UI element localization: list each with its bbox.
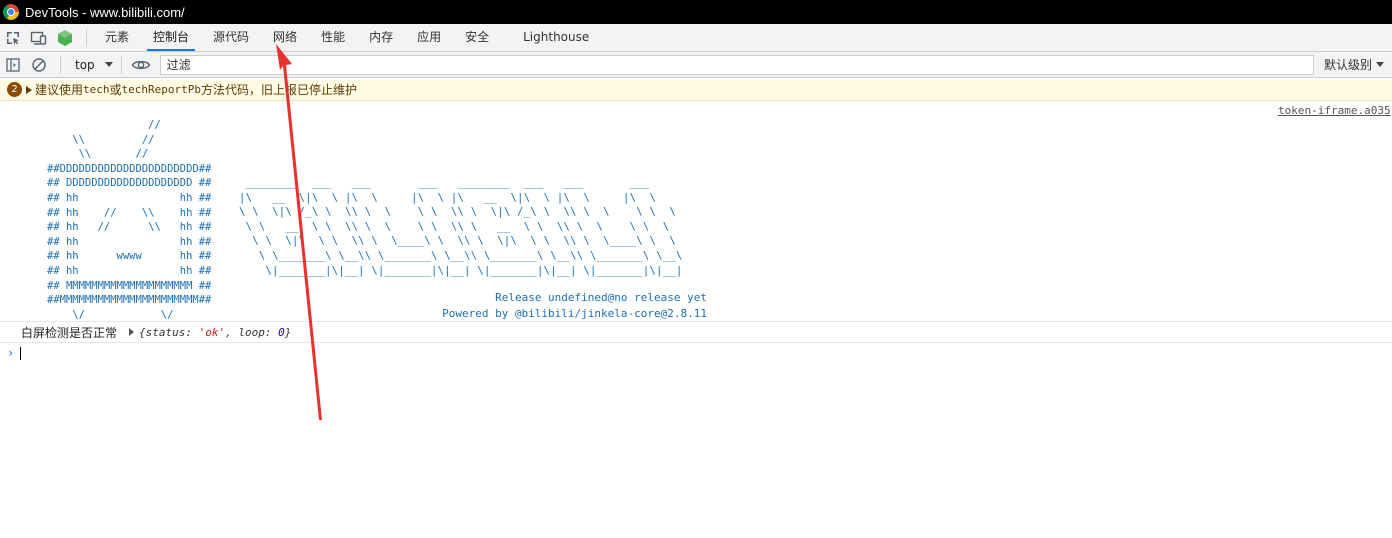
filter-placeholder: 过滤: [166, 58, 191, 72]
toolbar-divider: [60, 55, 61, 74]
window-titlebar: DevTools - www.bilibili.com/: [0, 0, 1392, 24]
prompt-chevron-icon: ›: [7, 346, 15, 360]
inspect-element-icon[interactable]: [0, 25, 26, 51]
log-levels-label: 默认级别: [1323, 58, 1372, 72]
filter-input[interactable]: 过滤: [159, 54, 1314, 75]
log-levels-dropdown[interactable]: 默认级别: [1324, 56, 1384, 73]
text-cursor: [20, 346, 22, 360]
ascii-art-tv-logo: // \\ // \\ // ##DDDDDDDDDDDDDDDDDDDDDD#…: [47, 119, 212, 321]
source-link[interactable]: token-iframe.a035: [1278, 104, 1391, 117]
tab-sources[interactable]: 源代码: [201, 24, 261, 51]
chevron-down-icon: [1376, 62, 1384, 67]
expand-object-icon[interactable]: [129, 328, 135, 336]
tab-elements[interactable]: 元素: [93, 24, 141, 51]
powered-by-line: Powered by @bilibili/jinkela-core@2.8.11: [442, 306, 707, 320]
warning-text-3: 方法代码，旧上报已停止维护: [201, 83, 358, 97]
expand-triangle-icon[interactable]: [26, 85, 32, 94]
issues-warning-bar[interactable]: 2 建议使用 tech 或 techReportPb 方法代码，旧上报已停止维护: [0, 79, 1392, 101]
eye-icon[interactable]: [128, 52, 154, 78]
window-title: DevTools - www.bilibili.com/: [25, 4, 185, 20]
release-info: Release undefined@no release yet Powered…: [442, 290, 707, 321]
tab-memory[interactable]: 内存: [357, 24, 405, 51]
tab-performance[interactable]: 性能: [309, 24, 357, 51]
context-value: top: [75, 57, 95, 72]
devtools-tabbar: 元素 控制台 源代码 网络 性能 内存 应用 安全 Lighthouse: [0, 24, 1392, 52]
chevron-down-icon: [104, 62, 113, 67]
tab-lighthouse[interactable]: Lighthouse: [511, 24, 601, 51]
chrome-logo-icon: [3, 4, 19, 20]
clear-console-icon[interactable]: [26, 52, 52, 78]
log-object[interactable]: {status: 'ok', loop: 0}: [139, 326, 291, 339]
device-toolbar-icon[interactable]: [26, 25, 52, 51]
tab-security[interactable]: 安全: [453, 24, 501, 51]
tabbar-divider: [86, 28, 87, 47]
ascii-art-bilibili-text: ________ ___ ___ ___ ________ ___ ___ __…: [239, 177, 683, 277]
tab-application[interactable]: 应用: [405, 24, 453, 51]
warning-text-2: 或: [109, 83, 122, 97]
warning-code-techreportpb: techReportPb: [121, 83, 202, 96]
console-log-row: 白屏检测是否正常 {status: 'ok', loop: 0}: [0, 321, 1392, 343]
tab-network[interactable]: 网络: [261, 24, 309, 51]
warning-text-1: 建议使用: [35, 83, 84, 97]
warning-code-tech: tech: [83, 83, 110, 96]
sidebar-toggle-icon[interactable]: [0, 52, 26, 78]
console-toolbar: top 过滤 默认级别: [0, 52, 1392, 78]
release-line: Release undefined@no release yet: [495, 291, 707, 304]
context-selector[interactable]: top: [75, 58, 113, 72]
toolbar-divider: [120, 55, 122, 74]
console-prompt[interactable]: ›: [0, 344, 1392, 362]
vue-devtools-icon[interactable]: [52, 25, 78, 51]
warning-count-badge: 2: [7, 82, 22, 97]
log-message: 白屏检测是否正常: [21, 325, 118, 340]
tab-console[interactable]: 控制台: [141, 24, 201, 51]
